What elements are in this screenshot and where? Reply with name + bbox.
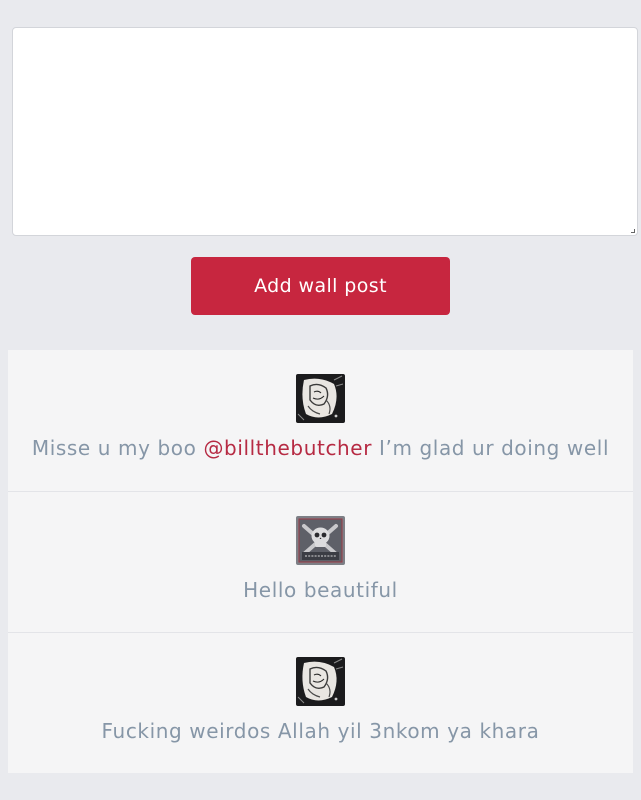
textarea-resize-handle[interactable] (631, 229, 635, 233)
wall-page: Add wall post Misse u my boo @billthebut… (0, 0, 641, 800)
post-text: Fucking weirdos Allah yil 3nkom ya khara (101, 719, 540, 743)
wall-post-textarea[interactable] (12, 27, 638, 236)
avatar[interactable] (296, 374, 345, 423)
sketch-portrait-avatar-icon (296, 657, 345, 706)
post-text: Misse u my boo @billthebutcher I’m glad … (8, 436, 633, 460)
sketch-portrait-avatar-icon (296, 374, 345, 423)
wall-post-list: Misse u my boo @billthebutcher I’m glad … (8, 350, 633, 773)
skull-crossbones-avatar-icon (296, 516, 345, 565)
add-wall-post-button[interactable]: Add wall post (191, 257, 450, 315)
wall-post: Hello beautiful (8, 491, 633, 632)
user-mention-link[interactable]: @billthebutcher (203, 436, 372, 460)
post-text-before: Misse u my boo (31, 436, 204, 460)
avatar[interactable] (296, 516, 345, 565)
post-text-after: I’m glad ur doing well (372, 436, 610, 460)
wall-post: Misse u my boo @billthebutcher I’m glad … (8, 350, 633, 491)
avatar[interactable] (296, 657, 345, 706)
wall-post: Fucking weirdos Allah yil 3nkom ya khara (8, 632, 633, 773)
post-text: Hello beautiful (243, 578, 398, 602)
